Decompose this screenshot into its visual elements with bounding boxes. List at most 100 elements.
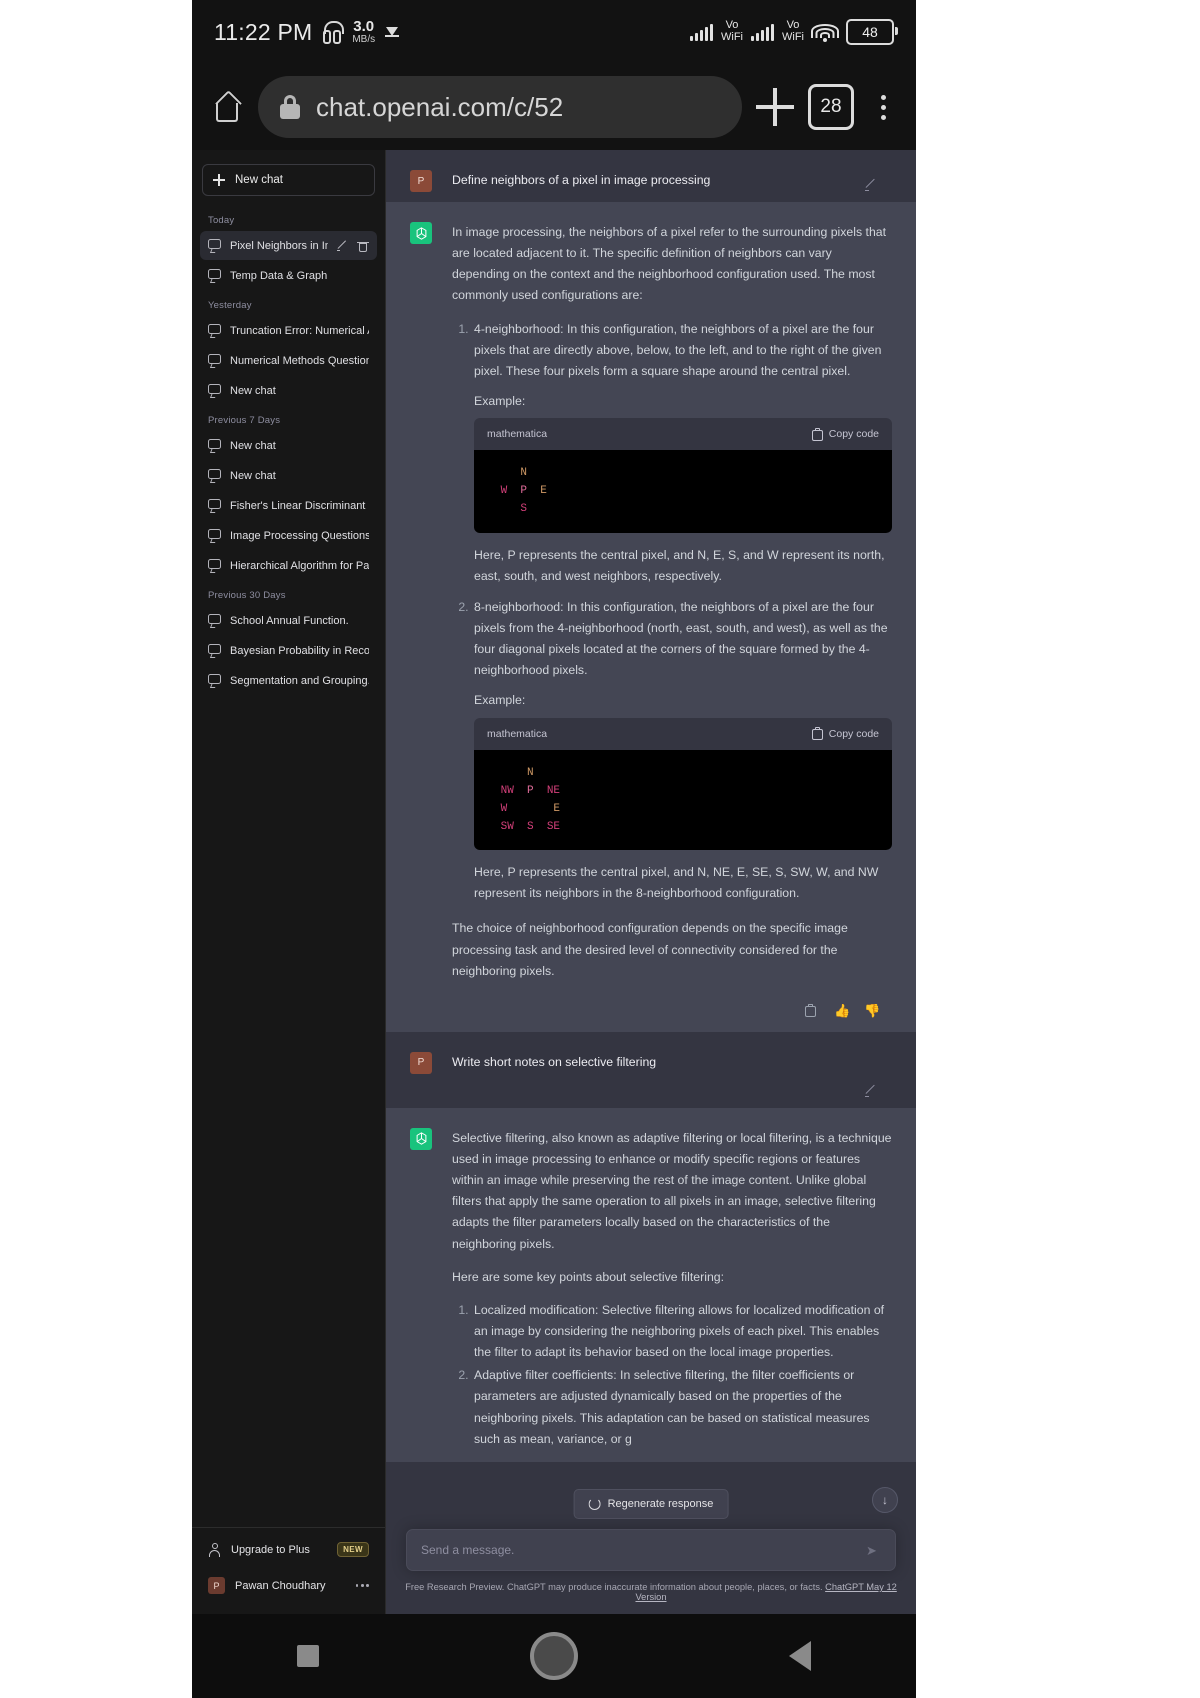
chatgpt-logo-icon <box>410 222 432 244</box>
sidebar-item-image-processing-questions[interactable]: Image Processing Questions <box>200 521 377 550</box>
assistant-closing-paragraph: The choice of neighborhood configuration… <box>452 921 848 978</box>
copy-code-button[interactable]: Copy code <box>811 425 879 443</box>
code-block-content: N NW P NE W E SW S SE <box>474 749 892 851</box>
sidebar-item-fishers-linear-discriminant[interactable]: Fisher's Linear Discriminant <box>200 491 377 520</box>
message-user-1: P Define neighbors of a pixel in image p… <box>386 150 916 202</box>
refresh-icon <box>588 1498 601 1510</box>
sidebar-item-new-chat-3[interactable]: New chat <box>200 461 377 490</box>
disclaimer: Free Research Preview. ChatGPT may produ… <box>386 1571 916 1614</box>
sidebar-section-label: Yesterday <box>208 300 252 311</box>
battery-percent: 48 <box>862 24 878 40</box>
message-text: Write short notes on selective filtering <box>452 1054 657 1069</box>
clipboard-icon <box>811 427 823 441</box>
avatar: P <box>410 170 432 192</box>
thumbs-down-icon[interactable]: 👎 <box>864 1004 880 1018</box>
sidebar-footer: Upgrade to Plus NEW P Pawan Choudhary <box>192 1527 385 1614</box>
home-button-icon[interactable] <box>529 1632 578 1680</box>
network-speed-indicator: 3.0 MB/s <box>352 19 375 45</box>
copy-response-icon[interactable] <box>804 1003 818 1018</box>
clipboard-icon <box>811 727 823 741</box>
assistant2-intro-paragraph: Selective filtering, also known as adapt… <box>452 1130 892 1251</box>
volte-sim2-label: Vo WiFi <box>782 19 804 43</box>
network-speed-value: 3.0 <box>353 18 375 35</box>
sidebar-item-new-chat-2[interactable]: New chat <box>200 431 377 460</box>
list-item-text: 8-neighborhood: In this configuration, t… <box>474 599 888 678</box>
sidebar-item-label: Segmentation and Grouping. <box>230 674 369 687</box>
message-input[interactable]: Send a message. <box>421 1543 866 1557</box>
list-item: Localized modification: Selective filter… <box>472 1300 892 1363</box>
regenerate-response-button[interactable]: Regenerate response <box>573 1489 729 1519</box>
new-chat-button[interactable]: New chat <box>202 164 375 196</box>
rename-pencil-icon[interactable] <box>337 240 349 252</box>
edit-message-icon[interactable] <box>865 1085 878 1098</box>
list-item: 4-neighborhood: In this configuration, t… <box>472 319 892 587</box>
sidebar-item-bayesian-probability[interactable]: Bayesian Probability in Recogn <box>200 636 377 665</box>
message-assistant-2: Selective filtering, also known as adapt… <box>386 1107 916 1462</box>
after-code-text-1: Here, P represents the central pixel, an… <box>474 547 885 583</box>
sidebar-item-new-chat-1[interactable]: New chat <box>200 376 377 405</box>
status-bar-right: Vo WiFi Vo WiFi 48 <box>690 19 898 45</box>
chat-bubble-icon <box>208 559 221 572</box>
account-menu-icon[interactable] <box>355 1584 369 1587</box>
chat-bubble-icon <box>208 324 221 337</box>
phone-screen: 11:22 PM 3.0 MB/s Vo WiFi Vo WiFi 48 cha… <box>192 0 916 1698</box>
edit-message-icon[interactable] <box>865 179 878 192</box>
sidebar-item-pixel-neighbors[interactable]: Pixel Neighbors in Imag <box>200 231 377 260</box>
android-navigation-bar <box>192 1614 916 1698</box>
browser-menu-icon[interactable] <box>868 94 898 120</box>
upgrade-to-plus-button[interactable]: Upgrade to Plus NEW <box>200 1532 377 1567</box>
main-panel: P Define neighbors of a pixel in image p… <box>386 150 916 1614</box>
back-button-icon[interactable] <box>788 1641 811 1671</box>
message-body: In image processing, the neighbors of a … <box>452 222 892 994</box>
list-item-text: Localized modification: Selective filter… <box>474 1302 885 1360</box>
sidebar-item-truncation-error[interactable]: Truncation Error: Numerical A <box>200 316 377 345</box>
chat-bubble-icon <box>208 499 221 512</box>
sidebar-item-hierarchical-algorithm[interactable]: Hierarchical Algorithm for Patt <box>200 551 377 580</box>
chat-bubble-icon <box>208 239 221 252</box>
example-label: Example: <box>474 693 526 708</box>
copy-code-label: Copy code <box>828 727 879 740</box>
regenerate-label: Regenerate response <box>607 1498 714 1510</box>
chatgpt-logo-icon <box>410 1127 432 1150</box>
chat-bubble-icon <box>208 674 221 687</box>
sidebar-item-numerical-methods[interactable]: Numerical Methods Question <box>200 346 377 375</box>
sidebar-item-segmentation-and-grouping[interactable]: Segmentation and Grouping. <box>200 666 377 695</box>
new-tab-icon[interactable] <box>756 88 794 126</box>
composer-area: Send a message. ➤ <box>386 1519 916 1571</box>
neighborhood-list: 4-neighborhood: In this configuration, t… <box>452 319 892 905</box>
code-block-4-neighborhood: mathematica Copy code N W P E S <box>474 418 892 533</box>
scroll-to-bottom-button[interactable]: ↓ <box>872 1487 898 1513</box>
chat-bubble-icon <box>208 384 221 397</box>
code-language-label: mathematica <box>487 428 548 441</box>
recent-apps-icon[interactable] <box>297 1645 320 1667</box>
sidebar-item-school-annual-function[interactable]: School Annual Function. <box>200 606 377 635</box>
chatgpt-app: New chat Today Pixel Neighbors in Imag T… <box>192 150 916 1614</box>
sidebar-item-label: School Annual Function. <box>230 614 349 627</box>
person-icon <box>208 1542 221 1557</box>
address-bar[interactable]: chat.openai.com/c/52 <box>258 76 742 138</box>
example-label: Example: <box>474 393 526 408</box>
delete-trash-icon[interactable] <box>357 240 369 252</box>
new-chat-label: New chat <box>235 174 283 186</box>
chat-bubble-icon <box>208 439 221 452</box>
sidebar-item-temp-data-graph[interactable]: Temp Data & Graph <box>200 261 377 290</box>
chat-bubble-icon <box>208 269 221 282</box>
headset-icon <box>322 21 345 44</box>
send-icon[interactable]: ➤ <box>866 1543 881 1558</box>
home-icon[interactable] <box>210 90 244 124</box>
thumbs-up-icon[interactable]: 👍 <box>834 1004 850 1018</box>
row-actions <box>337 240 369 252</box>
user-account-row[interactable]: P Pawan Choudhary <box>200 1567 377 1604</box>
code-block-content: N W P E S <box>474 450 892 533</box>
tab-switcher-button[interactable]: 28 <box>808 84 854 130</box>
user-name: Pawan Choudhary <box>235 1579 326 1592</box>
message-input-container[interactable]: Send a message. ➤ <box>406 1529 896 1571</box>
sidebar: New chat Today Pixel Neighbors in Imag T… <box>192 150 386 1614</box>
sidebar-item-label: Numerical Methods Question <box>230 354 369 367</box>
copy-code-button[interactable]: Copy code <box>811 725 879 743</box>
sidebar-item-label: Pixel Neighbors in Imag <box>230 239 328 252</box>
sidebar-scroll-area[interactable]: New chat Today Pixel Neighbors in Imag T… <box>192 150 385 1527</box>
conversation-thread[interactable]: P Define neighbors of a pixel in image p… <box>386 150 916 1519</box>
signal-bars-sim1-icon <box>690 23 713 41</box>
sidebar-item-label: Fisher's Linear Discriminant <box>230 499 366 512</box>
